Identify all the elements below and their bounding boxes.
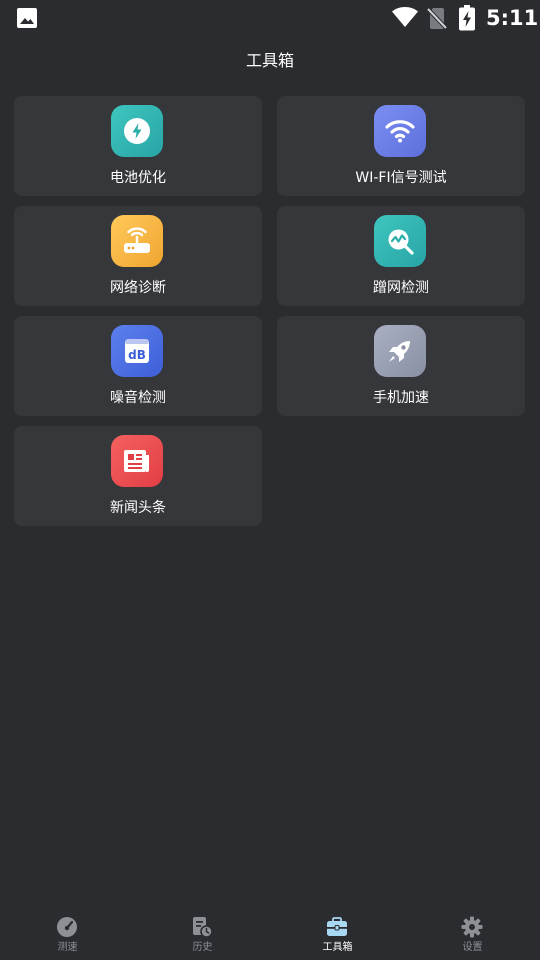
wifi-icon [392, 7, 418, 27]
newspaper-icon [124, 450, 149, 472]
tool-noise-detect[interactable]: dB 噪音检测 [14, 316, 262, 416]
gallery-icon [17, 8, 37, 28]
tool-label: WI-FI信号测试 [355, 170, 447, 186]
decibel-icon: dB [125, 339, 149, 363]
nav-item-toolbox[interactable]: 工具箱 [270, 906, 405, 960]
nav-item-speedtest[interactable]: 测速 [0, 906, 135, 960]
tool-label: 电池优化 [110, 170, 166, 186]
tool-label: 蹭网检测 [373, 280, 429, 296]
tool-icon-scan [374, 215, 426, 267]
nav-label: 设置 [462, 942, 483, 953]
tool-icon-speedup [374, 325, 426, 377]
tool-label: 手机加速 [373, 390, 429, 406]
svg-text:dB: dB [128, 348, 146, 362]
wifi-signal-icon [385, 120, 415, 143]
nav-item-settings[interactable]: 设置 [405, 906, 540, 960]
router-icon [124, 227, 150, 253]
rocket-icon [389, 341, 410, 362]
tool-icon-noise: dB [111, 325, 163, 377]
status-bar: 5:11 [0, 0, 540, 36]
tool-phone-speedup[interactable]: 手机加速 [277, 316, 525, 416]
status-time: 5:11 [486, 6, 539, 30]
tool-icon-battery [111, 105, 163, 157]
nav-item-history[interactable]: 历史 [135, 906, 270, 960]
tool-label: 新闻头条 [110, 500, 166, 516]
screen: 5:11 工具箱 电池优化 WI-FI信号测试 网络诊断 蹭网检测 dB 噪音检… [0, 0, 540, 960]
nav-label: 工具箱 [322, 942, 353, 953]
tool-network-diagnosis[interactable]: 网络诊断 [14, 206, 262, 306]
tool-icon-network [111, 215, 163, 267]
tool-battery-optimize[interactable]: 电池优化 [14, 96, 262, 196]
bolt-icon [124, 118, 150, 144]
tool-news-headlines[interactable]: 新闻头条 [14, 426, 262, 526]
bottom-nav: 测速 历史 工具箱 设置 [0, 906, 540, 960]
tool-label: 网络诊断 [110, 280, 166, 296]
nav-label: 历史 [192, 942, 213, 953]
gear-icon [461, 916, 483, 938]
tool-wifi-signal-test[interactable]: WI-FI信号测试 [277, 96, 525, 196]
history-icon [193, 917, 213, 938]
tool-freeloader-detect[interactable]: 蹭网检测 [277, 206, 525, 306]
tool-icon-news [111, 435, 163, 487]
no-sim-icon [427, 7, 447, 30]
tool-label: 噪音检测 [110, 390, 166, 406]
page-title: 工具箱 [245, 51, 294, 70]
tool-icon-wifi [374, 105, 426, 157]
network-scan-icon [388, 229, 414, 255]
toolbox-icon [327, 917, 347, 936]
battery-charging-icon [459, 5, 475, 31]
nav-label: 测速 [57, 942, 78, 953]
speedometer-icon [57, 917, 77, 937]
